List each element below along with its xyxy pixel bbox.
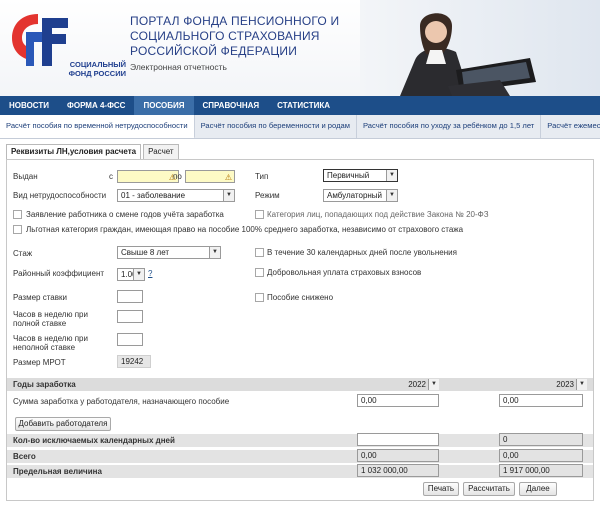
- benefit-subtabs: Расчёт пособия по временной нетрудоспосо…: [0, 115, 600, 139]
- chevron-down-icon: ▼: [133, 269, 144, 280]
- nav-statistics[interactable]: СТАТИСТИКА: [268, 96, 339, 115]
- total-2023-value: 0,00: [499, 449, 583, 462]
- form-tabs: Реквизиты ЛН,условия расчета Расчет: [6, 144, 181, 160]
- privileged-checkbox[interactable]: [13, 225, 22, 234]
- mrot-label: Размер МРОТ: [13, 358, 66, 367]
- experience-select[interactable]: Свыше 8 лет ▼: [117, 246, 221, 259]
- hours-part-input[interactable]: [117, 333, 143, 346]
- hours-part-label: Часов в неделю при неполной ставке: [13, 334, 88, 352]
- chevron-down-icon: ▼: [576, 379, 587, 390]
- disability-label: Вид нетрудоспособности: [13, 191, 107, 200]
- type-select[interactable]: Первичный ▼: [323, 169, 398, 182]
- to-label: по: [173, 172, 182, 181]
- main-nav: НОВОСТИ ФОРМА 4-ФСС ПОСОБИЯ СПРАВОЧНАЯ С…: [0, 96, 600, 115]
- hours-full-label: Часов в неделю при полной ставке: [13, 310, 88, 328]
- next-button[interactable]: Далее: [519, 482, 557, 496]
- sum-label: Сумма заработка у работодателя, назначаю…: [13, 397, 230, 406]
- total-2022-value: 0,00: [357, 449, 439, 462]
- years-label: Годы заработка: [13, 380, 76, 389]
- tab-calculation[interactable]: Расчет: [143, 144, 179, 159]
- nav-form-4fss[interactable]: ФОРМА 4-ФСС: [58, 96, 134, 115]
- category-law-checkbox[interactable]: [255, 210, 264, 219]
- after-dismissal-checkbox[interactable]: [255, 248, 264, 257]
- change-years-label: Заявление работника о смене годов учёта …: [26, 210, 224, 219]
- reduced-label: Пособие снижено: [267, 293, 334, 302]
- chevron-down-icon: ▼: [386, 190, 397, 201]
- portal-title: ПОРТАЛ ФОНДА ПЕНСИОННОГО И СОЦИАЛЬНОГО С…: [130, 14, 340, 58]
- voluntary-checkbox[interactable]: [255, 268, 264, 277]
- excluded-2022-input[interactable]: [357, 433, 439, 446]
- region-coef-select[interactable]: 1.00 ▼: [117, 268, 145, 281]
- issued-label: Выдан: [13, 172, 38, 181]
- experience-label: Стаж: [13, 249, 33, 258]
- rate-size-label: Размер ставки: [13, 293, 67, 302]
- calculate-button[interactable]: Рассчитать: [463, 482, 515, 496]
- limit-2022-value: 1 032 000,00: [357, 464, 439, 477]
- disability-select[interactable]: 01 - заболевание ▼: [117, 189, 235, 202]
- hours-full-input[interactable]: [117, 310, 143, 323]
- mode-label: Режим: [255, 191, 280, 200]
- voluntary-label: Добровольная уплата страховых взносов: [267, 268, 422, 277]
- nav-benefits[interactable]: ПОСОБИЯ: [134, 96, 194, 115]
- chevron-down-icon: ▼: [209, 247, 220, 258]
- reduced-checkbox[interactable]: [255, 293, 264, 302]
- category-law-label: Категория лиц, попадающих под действие З…: [267, 210, 489, 219]
- portal-subtitle: Электронная отчетность: [130, 62, 227, 72]
- date-from-input[interactable]: ⚠: [117, 170, 179, 183]
- sum-2022-input[interactable]: 0,00: [357, 394, 439, 407]
- excluded-days-label: Кол-во исключаемых календарных дней: [13, 436, 175, 445]
- rate-size-input[interactable]: [117, 290, 143, 303]
- subtab-maternity[interactable]: Расчёт пособия по беременности и родам: [195, 115, 357, 138]
- privileged-label: Льготная категория граждан, имеющая прав…: [26, 225, 464, 234]
- after-dismissal-label: В течение 30 календарных дней после увол…: [267, 248, 457, 257]
- from-label: с: [109, 172, 113, 181]
- nav-reference[interactable]: СПРАВОЧНАЯ: [194, 96, 269, 115]
- year2-select[interactable]: 2023 ▼: [527, 379, 587, 390]
- mode-select[interactable]: Амбулаторный ▼: [323, 189, 398, 202]
- region-coef-label: Районный коэффициент: [13, 269, 105, 278]
- change-years-checkbox[interactable]: [13, 210, 22, 219]
- tab-requisites[interactable]: Реквизиты ЛН,условия расчета: [6, 144, 142, 160]
- chevron-down-icon: ▼: [386, 170, 397, 181]
- nav-news[interactable]: НОВОСТИ: [0, 96, 58, 115]
- hero-woman-laptop-image: [360, 0, 600, 96]
- subtab-monthly[interactable]: Расчёт ежемеся: [541, 115, 600, 138]
- type-label: Тип: [255, 172, 269, 181]
- logo-wordmark: СОЦИАЛЬНЫЙ ФОНД РОССИИ: [68, 60, 126, 78]
- sum-2023-input[interactable]: 0,00: [499, 394, 583, 407]
- excluded-2023-value: 0: [499, 433, 583, 446]
- warning-icon: ⚠: [224, 173, 232, 182]
- portal-header: СОЦИАЛЬНЫЙ ФОНД РОССИИ ПОРТАЛ ФОНДА ПЕНС…: [0, 0, 600, 96]
- print-button[interactable]: Печать: [423, 482, 459, 496]
- subtab-temporary-disability[interactable]: Расчёт пособия по временной нетрудоспосо…: [0, 115, 195, 138]
- year1-select[interactable]: 2022 ▼: [387, 379, 439, 390]
- add-employer-button[interactable]: Добавить работодателя: [15, 417, 111, 431]
- help-link[interactable]: ?: [148, 269, 152, 278]
- years-bar: Годы заработка 2022 ▼ 2023 ▼: [7, 378, 593, 391]
- chevron-down-icon: ▼: [223, 190, 234, 201]
- mrot-value: 19242: [117, 355, 151, 368]
- date-to-input[interactable]: ⚠: [185, 170, 235, 183]
- chevron-down-icon: ▼: [428, 379, 439, 390]
- subtab-childcare[interactable]: Расчёт пособия по уходу за ребёнком до 1…: [357, 115, 542, 138]
- limit-2023-value: 1 917 000,00: [499, 464, 583, 477]
- total-label: Всего: [13, 452, 36, 461]
- limit-label: Предельная величина: [13, 467, 102, 476]
- form-panel: Выдан с ⚠ по ⚠ Тип Первичный ▼ Вид нетруд…: [6, 159, 594, 501]
